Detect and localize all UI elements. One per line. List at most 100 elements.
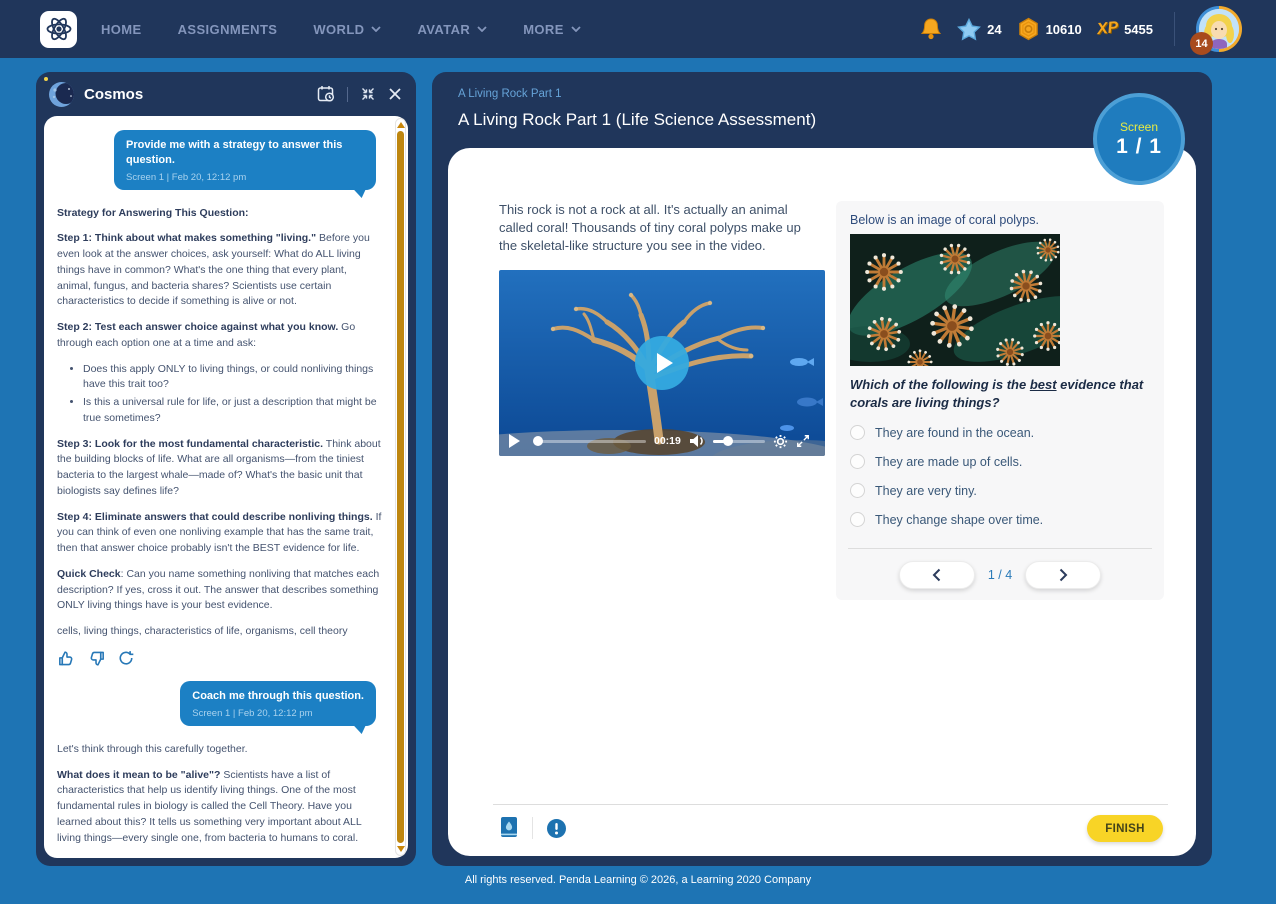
assistant-paragraph: Let's think through this carefully toget… bbox=[57, 742, 382, 758]
atom-icon bbox=[45, 15, 73, 43]
sparkle-dot bbox=[44, 77, 48, 81]
fullscreen-icon[interactable] bbox=[796, 434, 810, 448]
penda-atom-logo[interactable] bbox=[40, 11, 77, 48]
assistant-paragraph: Step 2: Test each answer choice against … bbox=[57, 320, 382, 352]
assistant-paragraph: Let's use the process of elimination: bbox=[57, 856, 382, 858]
play-button[interactable] bbox=[635, 336, 689, 390]
cosmos-header: Cosmos bbox=[36, 72, 416, 116]
scroll-down-arrow[interactable] bbox=[397, 846, 405, 852]
screen-counter-badge: Screen 1 / 1 bbox=[1093, 93, 1185, 185]
coin-icon bbox=[1017, 17, 1040, 41]
collapse-icon[interactable] bbox=[360, 86, 376, 102]
assistant-paragraph: Quick Check: Can you name something nonl… bbox=[57, 567, 382, 614]
assistant-paragraph: Step 3: Look for the most fundamental ch… bbox=[57, 437, 382, 500]
thumbs-up-icon[interactable] bbox=[58, 650, 75, 667]
breadcrumb[interactable]: A Living Rock Part 1 bbox=[458, 88, 562, 100]
nav-stats: 24 10610 XP 5455 bbox=[920, 6, 1242, 52]
nav-item-label: MORE bbox=[523, 22, 564, 37]
volume-knob[interactable] bbox=[723, 436, 733, 446]
scrollbar-thumb[interactable] bbox=[397, 131, 404, 843]
image-caption: Below is an image of coral polyps. bbox=[850, 213, 1150, 227]
answer-option-1[interactable]: They are found in the ocean. bbox=[850, 425, 1150, 440]
regenerate-icon[interactable] bbox=[118, 650, 134, 666]
user-message-text: Provide me with a strategy to answer thi… bbox=[126, 138, 364, 168]
nav-item-world[interactable]: WORLD bbox=[313, 22, 381, 37]
user-message-bubble: Provide me with a strategy to answer thi… bbox=[114, 130, 376, 190]
chat-scroll[interactable]: Provide me with a strategy to answer thi… bbox=[44, 116, 408, 858]
seek-bar[interactable] bbox=[534, 440, 646, 443]
cosmos-moon-icon bbox=[48, 81, 75, 108]
assistant-bullet-list: Does this apply ONLY to living things, o… bbox=[83, 362, 382, 427]
toolbar bbox=[499, 816, 567, 840]
xp-count: 5455 bbox=[1124, 22, 1153, 37]
play-icon bbox=[657, 353, 673, 373]
assistant-paragraph: Strategy for Answering This Question: bbox=[57, 206, 382, 222]
option-label: They are made up of cells. bbox=[875, 455, 1022, 469]
notification-bell-icon[interactable] bbox=[920, 17, 942, 41]
xp-stat[interactable]: XP 5455 bbox=[1097, 20, 1153, 38]
nav-item-home[interactable]: HOME bbox=[101, 22, 142, 37]
chevron-down-icon bbox=[371, 26, 381, 32]
chevron-right-icon bbox=[1059, 568, 1068, 582]
intro-text: This rock is not a rock at all. It's act… bbox=[499, 201, 801, 256]
radio-button[interactable] bbox=[850, 483, 865, 498]
toolbar-divider bbox=[532, 817, 533, 839]
seek-knob[interactable] bbox=[533, 436, 543, 446]
radio-button[interactable] bbox=[850, 512, 865, 527]
answer-option-4[interactable]: They change shape over time. bbox=[850, 512, 1150, 527]
screen-label: Screen bbox=[1120, 120, 1158, 134]
question-text: Which of the following is the best evide… bbox=[850, 376, 1150, 412]
chevron-down-icon bbox=[571, 26, 581, 32]
finish-button[interactable]: FINISH bbox=[1087, 815, 1163, 842]
answer-option-2[interactable]: They are made up of cells. bbox=[850, 454, 1150, 469]
option-label: They are found in the ocean. bbox=[875, 426, 1034, 440]
cosmos-title: Cosmos bbox=[84, 86, 143, 103]
option-label: They are very tiny. bbox=[875, 484, 977, 498]
radio-button[interactable] bbox=[850, 454, 865, 469]
underlined-word: best bbox=[1030, 377, 1057, 392]
assistant-paragraph: What does it mean to be "alive"? Scienti… bbox=[57, 768, 382, 847]
alert-icon[interactable] bbox=[546, 818, 567, 839]
thumbs-down-icon[interactable] bbox=[88, 650, 105, 667]
copyright-text: All rights reserved. Penda Learning © 20… bbox=[465, 874, 811, 886]
page-title: A Living Rock Part 1 (Life Science Asses… bbox=[458, 110, 816, 130]
next-page-button[interactable] bbox=[1025, 561, 1101, 589]
star-stat[interactable]: 24 bbox=[957, 18, 1001, 41]
history-icon[interactable] bbox=[317, 85, 335, 103]
glossary-book-icon[interactable] bbox=[499, 816, 519, 840]
message-meta: Screen 1 | Feb 20, 12:12 pm bbox=[126, 172, 364, 183]
volume-icon[interactable] bbox=[689, 434, 705, 448]
coin-stat[interactable]: 10610 bbox=[1017, 17, 1082, 41]
prev-page-button[interactable] bbox=[899, 561, 975, 589]
assistant-paragraph: Step 1: Think about what makes something… bbox=[57, 231, 382, 310]
user-message-text: Coach me through this question. bbox=[192, 689, 364, 704]
star-icon bbox=[957, 18, 981, 41]
nav-item-avatar[interactable]: AVATAR bbox=[417, 22, 487, 37]
answer-option-3[interactable]: They are very tiny. bbox=[850, 483, 1150, 498]
settings-gear-icon[interactable] bbox=[773, 434, 788, 449]
video-time: 00:19 bbox=[654, 435, 681, 447]
close-icon[interactable] bbox=[388, 87, 402, 101]
options-list: They are found in the ocean. They are mad… bbox=[850, 425, 1150, 527]
assistant-paragraph: Step 4: Eliminate answers that could des… bbox=[57, 510, 382, 557]
nav-item-label: ASSIGNMENTS bbox=[178, 22, 278, 37]
nav-item-label: WORLD bbox=[313, 22, 364, 37]
star-count: 24 bbox=[987, 22, 1001, 37]
bullet-item: Is this a universal rule for life, or ju… bbox=[83, 395, 382, 427]
question-panel: Below is an image of coral polyps. bbox=[836, 201, 1164, 600]
chat-scrollbar[interactable] bbox=[395, 118, 406, 856]
radio-button[interactable] bbox=[850, 425, 865, 440]
scroll-up-arrow[interactable] bbox=[397, 122, 405, 128]
xp-icon: XP bbox=[1096, 19, 1119, 39]
chevron-left-icon bbox=[932, 568, 941, 582]
video-play-icon[interactable] bbox=[509, 434, 520, 448]
volume-bar[interactable] bbox=[713, 440, 765, 443]
page-indicator: 1 / 4 bbox=[988, 568, 1012, 582]
avatar[interactable]: 14 bbox=[1196, 6, 1242, 52]
nav-item-assignments[interactable]: ASSIGNMENTS bbox=[178, 22, 278, 37]
assessment-panel: A Living Rock Part 1 A Living Rock Part … bbox=[432, 72, 1212, 866]
nav-item-more[interactable]: MORE bbox=[523, 22, 581, 37]
avatar-level-badge: 14 bbox=[1190, 32, 1213, 55]
video-player[interactable]: 00:19 bbox=[499, 270, 825, 456]
assistant-paragraph: cells, living things, characteristics of… bbox=[57, 624, 382, 640]
